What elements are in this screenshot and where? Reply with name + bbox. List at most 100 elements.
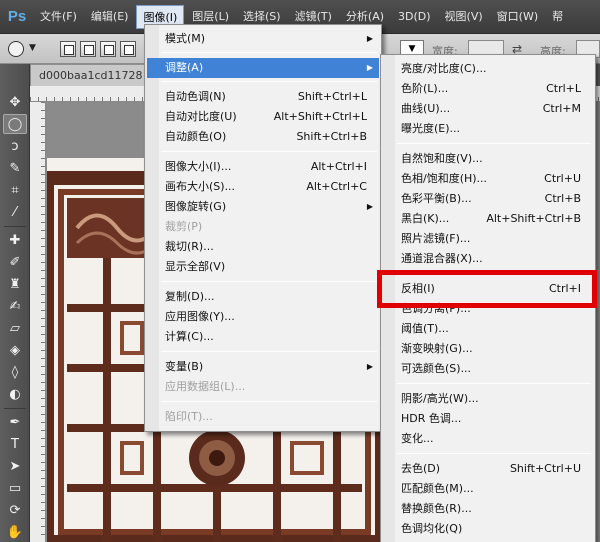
- menu-item-levels[interactable]: 色阶(L)... Ctrl+L: [383, 79, 593, 99]
- menu-item-equalize[interactable]: 色调均化(Q): [383, 519, 593, 539]
- tools-panel: ✥ ◯ ↄ ✎ ⌗ ⁄ ✚ ✐ ♜ ✍ ▱ ◈ ◊ ◐ ✒ T ➤ ▭ ⟳ ✋: [0, 64, 30, 542]
- menu-item-replace-color[interactable]: 替换颜色(R)...: [383, 499, 593, 519]
- menu-item-image-size[interactable]: 图像大小(I)... Alt+Ctrl+I: [147, 157, 379, 177]
- move-tool-icon[interactable]: ✥: [3, 92, 27, 112]
- menu-help[interactable]: 帮: [546, 5, 569, 29]
- menu-item-image-rotation[interactable]: 图像旋转(G) ▶: [147, 197, 379, 217]
- lasso-icon[interactable]: ↄ: [3, 136, 27, 156]
- menu-item-gradient-map[interactable]: 渐变映射(G)...: [383, 339, 593, 359]
- shape-icon[interactable]: ▭: [3, 478, 27, 498]
- menu-item-selective-color[interactable]: 可选颜色(S)...: [383, 359, 593, 379]
- brush-icon[interactable]: ✐: [3, 252, 27, 272]
- dodge-icon[interactable]: ◐: [3, 384, 27, 404]
- 3d-rotate-icon[interactable]: ⟳: [3, 500, 27, 520]
- menu-item-label: 亮度/对比度(C)...: [401, 62, 487, 75]
- menu-item-mode[interactable]: 模式(M) ▶: [147, 29, 379, 49]
- subtract-selection-icon[interactable]: [100, 41, 116, 57]
- ellipse-marquee-icon[interactable]: [8, 41, 24, 57]
- elliptical-marquee-icon[interactable]: ◯: [3, 114, 27, 134]
- menu-item-label: 色阶(L)...: [401, 82, 449, 95]
- blur-icon[interactable]: ◊: [3, 362, 27, 382]
- menu-item-label: 黑白(K)...: [401, 212, 450, 225]
- menu-item-label: 自动色调(N): [165, 90, 226, 103]
- highlight-annotation-box: [377, 270, 597, 308]
- menu-item-label: 陷印(T)...: [165, 410, 213, 423]
- menu-item-vibrance[interactable]: 自然饱和度(V)...: [383, 149, 593, 169]
- intersect-selection-icon[interactable]: [120, 41, 136, 57]
- submenu-arrow-icon: ▶: [366, 362, 373, 371]
- menu-item-label: 复制(D)...: [165, 290, 215, 303]
- menu-item-apply-image[interactable]: 应用图像(Y)...: [147, 307, 379, 327]
- menu-item-auto-tone[interactable]: 自动色调(N) Shift+Ctrl+L: [147, 87, 379, 107]
- menu-item-label: 应用图像(Y)...: [165, 310, 235, 323]
- menu-item-curves[interactable]: 曲线(U)... Ctrl+M: [383, 99, 593, 119]
- menu-item-threshold[interactable]: 阈值(T)...: [383, 319, 593, 339]
- paint-bucket-icon[interactable]: ◈: [3, 340, 27, 360]
- hand-icon[interactable]: ✋: [3, 522, 27, 542]
- pen-icon[interactable]: ✒: [3, 412, 27, 432]
- menu-item-label: 调整(A): [165, 61, 204, 74]
- menu-item-label: 变化...: [401, 432, 434, 445]
- menu-item-label: 阈值(T)...: [401, 322, 449, 335]
- clone-stamp-icon[interactable]: ♜: [3, 274, 27, 294]
- menu-item-label: 模式(M): [165, 32, 206, 45]
- menu-file[interactable]: 文件(F): [34, 5, 83, 29]
- menu-item-label: 照片滤镜(F)...: [401, 232, 471, 245]
- menu-item-color-balance[interactable]: 色彩平衡(B)... Ctrl+B: [383, 189, 593, 209]
- menu-item-label: 应用数据组(L)...: [165, 380, 246, 393]
- path-select-icon[interactable]: ➤: [3, 456, 27, 476]
- menu-item-label: 显示全部(V): [165, 260, 226, 273]
- menu-item-shortcut: Alt+Ctrl+C: [306, 180, 367, 193]
- menu-edit[interactable]: 编辑(E): [85, 5, 135, 29]
- history-brush-icon[interactable]: ✍: [3, 296, 27, 316]
- eraser-icon[interactable]: ▱: [3, 318, 27, 338]
- menu-item-label: 色彩平衡(B)...: [401, 192, 472, 205]
- menu-item-calculations[interactable]: 计算(C)...: [147, 327, 379, 347]
- menu-separator: [161, 351, 377, 352]
- quick-select-icon[interactable]: ✎: [3, 158, 27, 178]
- add-to-selection-icon[interactable]: [80, 41, 96, 57]
- menu-item-black-white[interactable]: 黑白(K)... Alt+Shift+Ctrl+B: [383, 209, 593, 229]
- menu-item-duplicate[interactable]: 复制(D)...: [147, 287, 379, 307]
- crop-icon[interactable]: ⌗: [3, 180, 27, 200]
- menu-item-reveal-all[interactable]: 显示全部(V): [147, 257, 379, 277]
- menu-item-hdr-toning[interactable]: HDR 色调...: [383, 409, 593, 429]
- menu-item-label: 通道混合器(X)...: [401, 252, 483, 265]
- menu-item-adjustments[interactable]: 调整(A) ▶: [147, 58, 379, 78]
- menu-window[interactable]: 窗口(W): [491, 5, 544, 29]
- menu-item-channel-mixer[interactable]: 通道混合器(X)...: [383, 249, 593, 269]
- type-icon[interactable]: T: [3, 434, 27, 454]
- menu-item-label: 画布大小(S)...: [165, 180, 236, 193]
- submenu-arrow-icon: ▶: [366, 63, 373, 72]
- menu-item-label: 色相/饱和度(H)...: [401, 172, 488, 185]
- photoshop-logo: Ps: [7, 8, 27, 25]
- new-selection-icon[interactable]: [60, 41, 76, 57]
- menu-item-variables[interactable]: 变量(B) ▶: [147, 357, 379, 377]
- menu-item-photo-filter[interactable]: 照片滤镜(F)...: [383, 229, 593, 249]
- menu-3d[interactable]: 3D(D): [392, 5, 437, 29]
- menu-item-label: 计算(C)...: [165, 330, 214, 343]
- menu-item-auto-color[interactable]: 自动颜色(O) Shift+Ctrl+B: [147, 127, 379, 147]
- menu-item-hue-saturation[interactable]: 色相/饱和度(H)... Ctrl+U: [383, 169, 593, 189]
- menu-item-exposure[interactable]: 曝光度(E)...: [383, 119, 593, 139]
- menu-item-shortcut: Alt+Shift+Ctrl+B: [486, 212, 581, 225]
- menu-item-shadows-highlights[interactable]: 阴影/高光(W)...: [383, 389, 593, 409]
- menu-item-shortcut: Alt+Ctrl+I: [310, 160, 367, 173]
- vertical-ruler[interactable]: [30, 102, 46, 542]
- menu-item-trim[interactable]: 裁切(R)...: [147, 237, 379, 257]
- tool-divider: [4, 226, 26, 227]
- healing-brush-icon[interactable]: ✚: [3, 230, 27, 250]
- menu-item-desaturate[interactable]: 去色(D) Shift+Ctrl+U: [383, 459, 593, 479]
- menu-item-match-color[interactable]: 匹配颜色(M)...: [383, 479, 593, 499]
- chevron-down-icon[interactable]: ▼: [29, 43, 36, 53]
- menu-item-label: 可选颜色(S)...: [401, 362, 472, 375]
- menu-item-label: HDR 色调...: [401, 412, 462, 425]
- menu-view[interactable]: 视图(V): [439, 5, 489, 29]
- menu-item-shortcut: Alt+Shift+Ctrl+L: [273, 110, 367, 123]
- eyedropper-icon[interactable]: ⁄: [3, 202, 27, 222]
- menu-separator: [161, 401, 377, 402]
- menu-item-auto-contrast[interactable]: 自动对比度(U) Alt+Shift+Ctrl+L: [147, 107, 379, 127]
- menu-item-variations[interactable]: 变化...: [383, 429, 593, 449]
- menu-item-brightness-contrast[interactable]: 亮度/对比度(C)...: [383, 59, 593, 79]
- menu-item-canvas-size[interactable]: 画布大小(S)... Alt+Ctrl+C: [147, 177, 379, 197]
